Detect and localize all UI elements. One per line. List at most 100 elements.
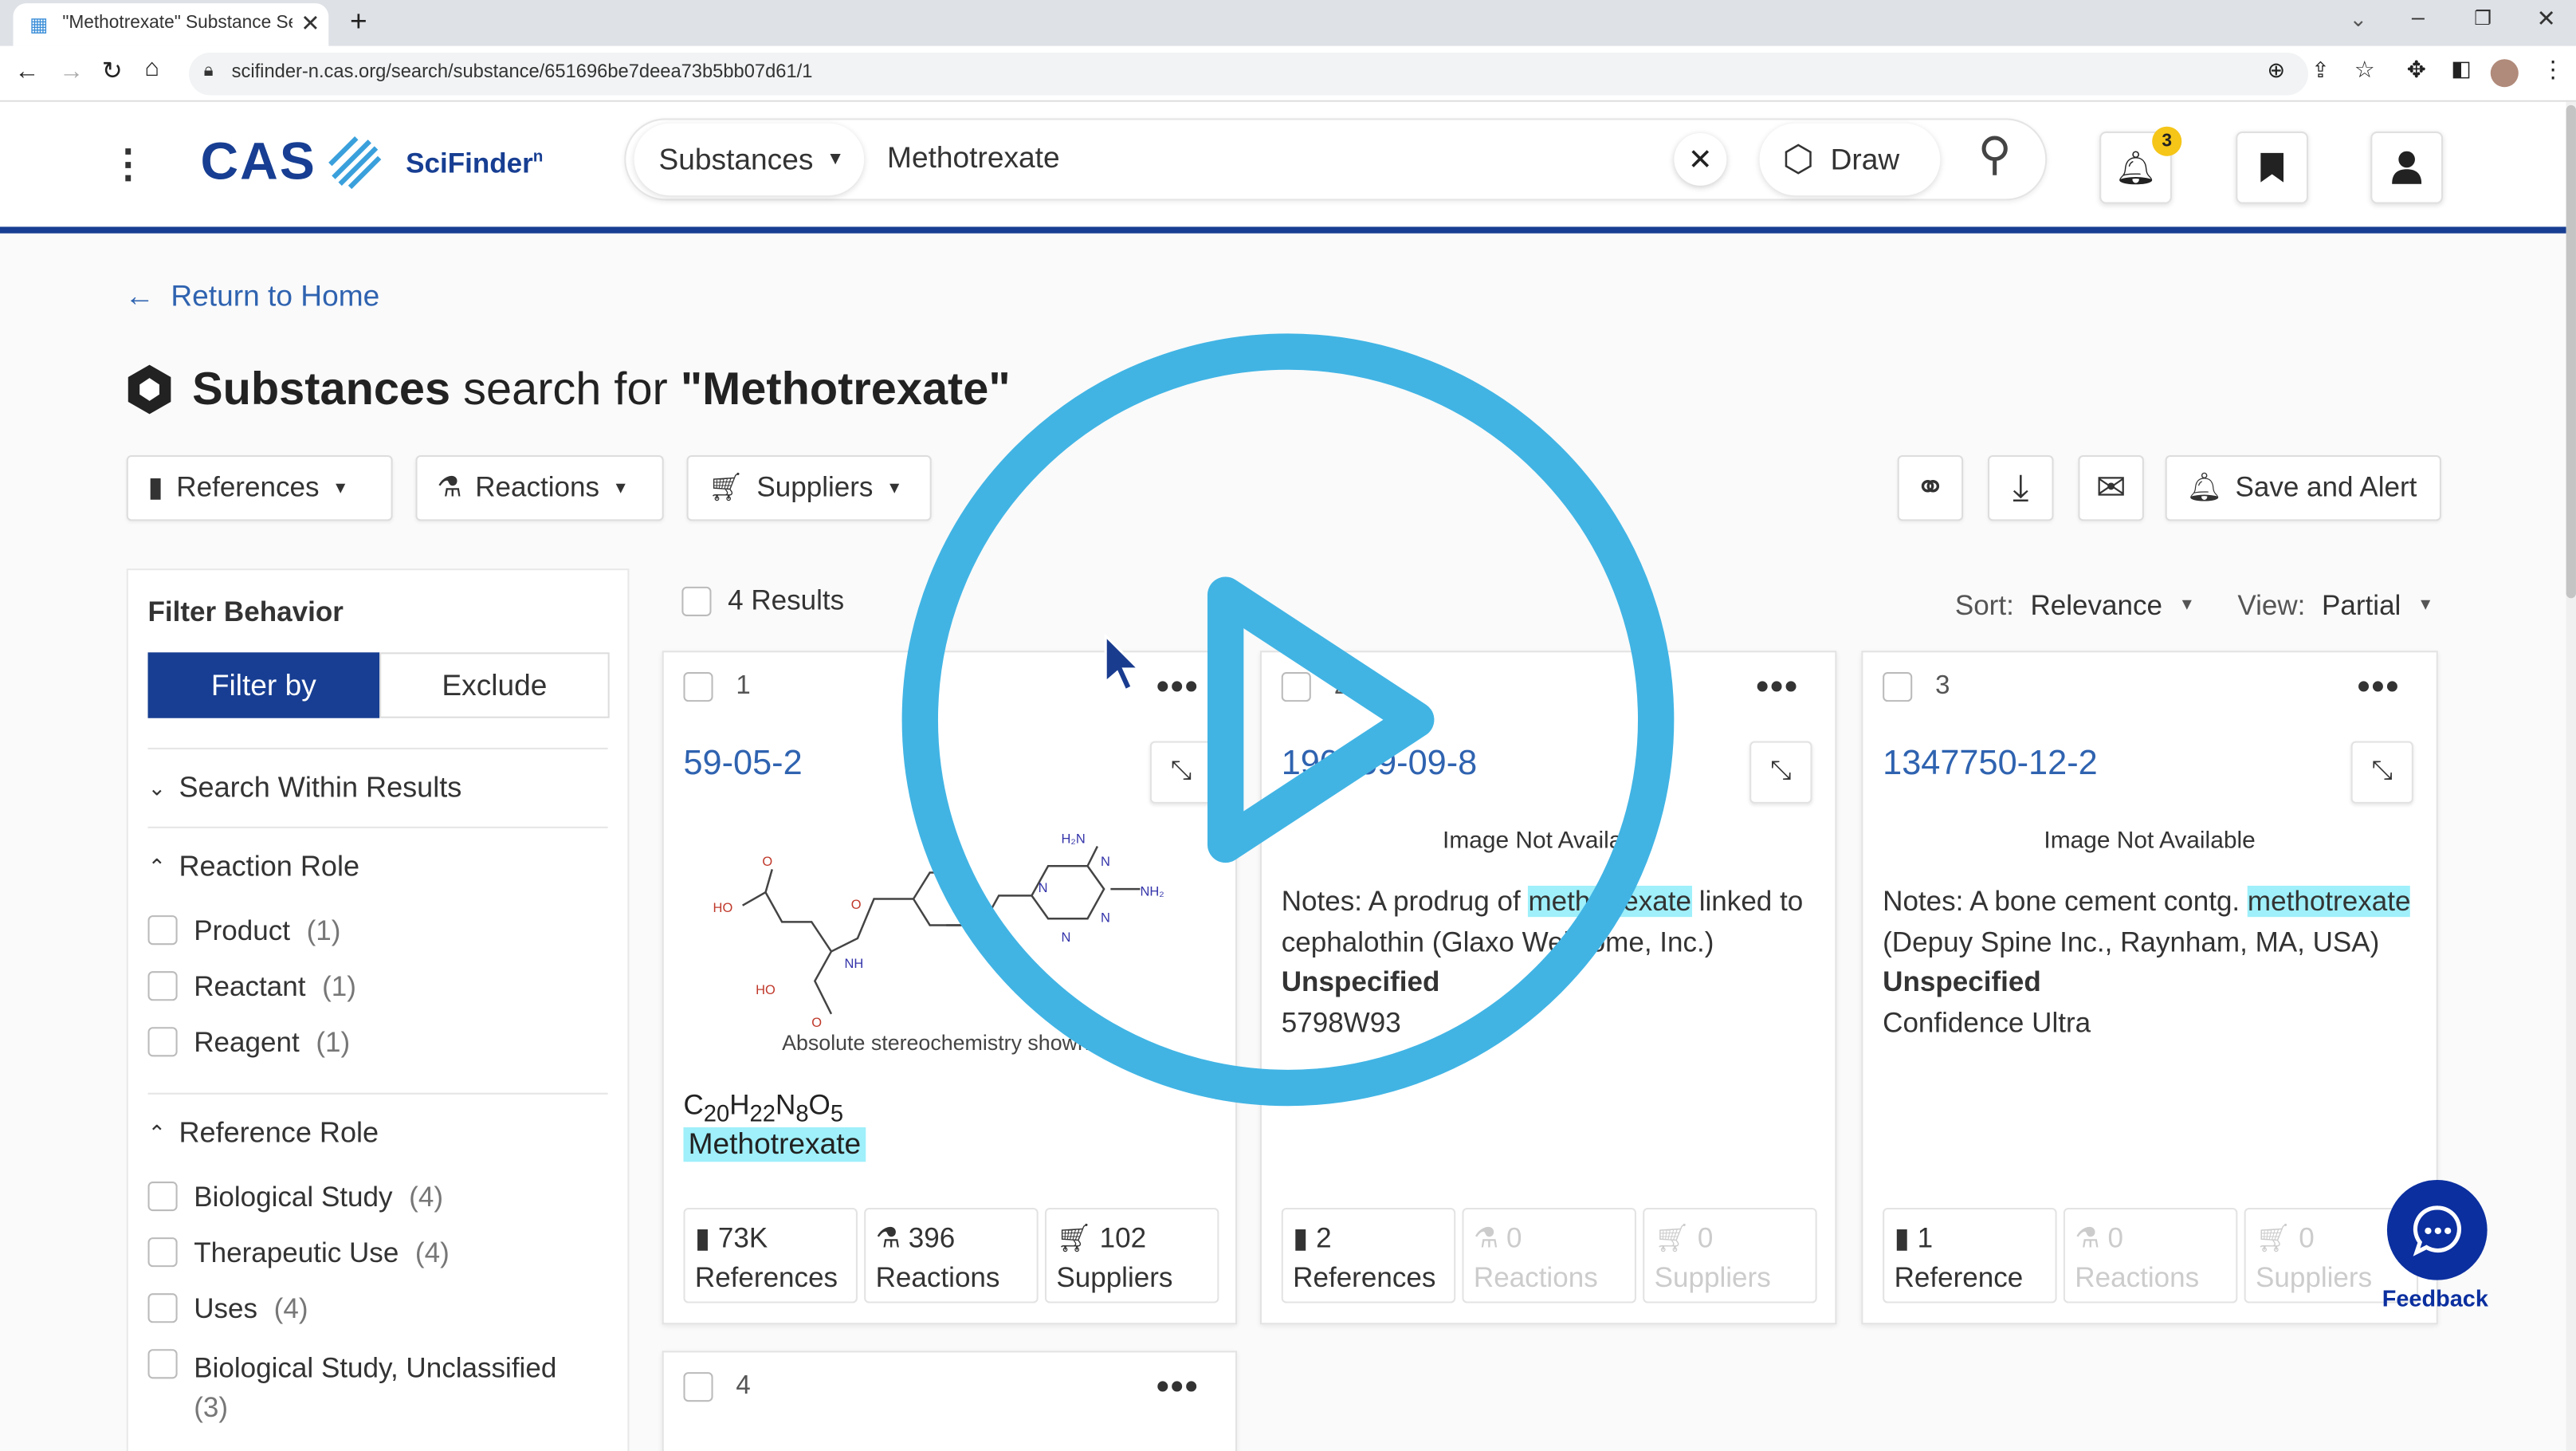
- search-input[interactable]: Methotrexate: [887, 141, 1060, 175]
- expand-button[interactable]: ⤡: [2350, 741, 2413, 804]
- close-window-icon[interactable]: ✕: [2536, 5, 2555, 33]
- cas-logo-icon: [328, 135, 381, 189]
- save-alert-button[interactable]: 🔔︎ Save and Alert: [2165, 454, 2441, 521]
- filter-by-toggle[interactable]: Filter by: [147, 652, 380, 718]
- tab-list-icon[interactable]: ⌄: [2350, 6, 2367, 33]
- filter-reagent[interactable]: Reagent (1): [147, 1027, 350, 1060]
- references-dropdown[interactable]: ▮ References ▼: [126, 454, 393, 521]
- cas-number-link[interactable]: 1347750-12-2: [1883, 745, 2098, 784]
- more-options-icon[interactable]: •••: [1756, 666, 1799, 709]
- filter-reactant[interactable]: Reactant (1): [147, 971, 356, 1004]
- references-stat[interactable]: ▮ 73K References: [683, 1207, 858, 1304]
- card-checkbox[interactable]: [683, 672, 713, 702]
- search-icon[interactable]: ⚲: [1978, 127, 2012, 181]
- select-all-results[interactable]: 4 Results: [681, 585, 844, 618]
- search-within-section[interactable]: ⌄ Search Within Results: [148, 771, 462, 805]
- filter-panel: Filter Behavior Filter by Exclude ⌄ Searc…: [126, 568, 630, 1451]
- filter-biological-study-unclassified[interactable]: Biological Study, Unclassified (3): [147, 1349, 592, 1428]
- extensions-icon[interactable]: ✥: [2407, 56, 2426, 84]
- page-scrollbar[interactable]: [2566, 101, 2576, 1451]
- return-home-link[interactable]: ← Return to Home: [125, 279, 380, 313]
- substance-notes: Notes: A bone cement contg. methotrexate…: [1883, 885, 2411, 1038]
- browser-menu-icon[interactable]: ⋮: [2542, 56, 2565, 84]
- more-options-icon[interactable]: •••: [2358, 666, 2401, 709]
- clear-search-button[interactable]: ✕: [1674, 133, 1726, 186]
- product-name: SciFindern: [406, 147, 544, 179]
- sort-control[interactable]: Sort: Relevance ▼: [1955, 590, 2195, 623]
- address-bar-row: ← → ↻ ⌂ 🔒︎ scifinder-n.cas.org/search/su…: [0, 45, 2576, 102]
- share-icon[interactable]: ⇪: [2311, 57, 2329, 84]
- side-panel-icon[interactable]: ◧: [2451, 56, 2471, 82]
- email-button[interactable]: ✉: [2078, 454, 2144, 521]
- filter-behavior-title: Filter Behavior: [147, 596, 344, 628]
- card-checkbox[interactable]: [683, 1372, 713, 1402]
- url-field[interactable]: 🔒︎ scifinder-n.cas.org/search/substance/…: [189, 52, 2308, 96]
- more-options-icon[interactable]: •••: [1156, 1366, 1200, 1409]
- filter-biological-study[interactable]: Biological Study (4): [147, 1182, 443, 1214]
- cas-logo[interactable]: CAS: [200, 132, 382, 192]
- combine-button[interactable]: ⚭: [1897, 454, 1964, 521]
- caret-down-icon: ▼: [2178, 596, 2196, 615]
- app-menu-icon[interactable]: ⋮: [108, 141, 147, 189]
- reaction-role-section[interactable]: ⌃ Reaction Role: [148, 850, 360, 884]
- image-not-available: Image Not Available: [2044, 828, 2256, 855]
- reference-role-section[interactable]: ⌃ Reference Role: [148, 1116, 379, 1150]
- caret-down-icon: ▼: [332, 478, 349, 497]
- expand-button[interactable]: ⤡: [1149, 741, 1213, 804]
- cas-number-link[interactable]: 59-05-2: [683, 745, 802, 784]
- close-tab-icon[interactable]: ✕: [300, 10, 320, 37]
- account-button[interactable]: [2370, 131, 2444, 204]
- chevron-up-icon: ⌃: [147, 1119, 166, 1145]
- expand-button[interactable]: ⤡: [1749, 741, 1812, 804]
- exclude-toggle[interactable]: Exclude: [379, 652, 610, 718]
- cas-favicon-icon: ▦: [29, 13, 49, 37]
- home-icon[interactable]: ⌂: [144, 54, 159, 82]
- cas-number-link[interactable]: 190159-09-8: [1282, 745, 1478, 784]
- profile-avatar[interactable]: [2490, 59, 2519, 88]
- suppliers-dropdown[interactable]: 🛒︎ Suppliers ▼: [686, 454, 932, 521]
- filter-uses[interactable]: Uses (4): [147, 1293, 308, 1326]
- forward-icon[interactable]: →: [59, 57, 84, 85]
- references-stat[interactable]: ▮ 2 References: [1281, 1207, 1456, 1304]
- feedback-button[interactable]: [2386, 1179, 2488, 1280]
- reactions-dropdown[interactable]: ⚗ Reactions ▼: [415, 454, 664, 521]
- download-button[interactable]: ⤓: [1988, 454, 2054, 521]
- minimize-icon[interactable]: –: [2412, 3, 2425, 29]
- browser-tab[interactable]: ▦ "Methotrexate" Substance Search ✕: [13, 3, 329, 46]
- draw-button[interactable]: ⬡ Draw: [1760, 124, 1941, 196]
- more-options-icon[interactable]: •••: [1156, 666, 1200, 709]
- filter-product[interactable]: Product (1): [147, 915, 340, 948]
- new-tab-icon[interactable]: +: [350, 5, 367, 39]
- chevron-up-icon: ⌃: [147, 853, 166, 879]
- reload-icon[interactable]: ↻: [102, 56, 123, 85]
- back-icon[interactable]: ←: [15, 57, 40, 85]
- structure-image[interactable]: HO O O HO O NH H₂N NH₂ N N N N: [709, 824, 1202, 1037]
- filter-therapeutic-use[interactable]: Therapeutic Use (4): [147, 1237, 450, 1270]
- cart-icon: 🛒︎: [708, 471, 744, 503]
- card-checkbox[interactable]: [1883, 672, 1913, 702]
- result-card: 1 ••• 59-05-2 ⤡ HO O O HO O NH H₂N NH₂ N N N N Abso…: [662, 651, 1238, 1325]
- result-card: 2 ••• 190159-09-8 ⤡ Image Not Available …: [1259, 651, 1837, 1325]
- molecular-formula: C20H22N8O5: [683, 1089, 844, 1128]
- result-card: 4 •••: [662, 1351, 1238, 1451]
- svg-text:N: N: [1101, 910, 1110, 925]
- saved-button[interactable]: [2236, 131, 2308, 204]
- feedback-label[interactable]: Feedback: [2382, 1285, 2488, 1311]
- svg-text:HO: HO: [713, 901, 733, 915]
- suppliers-stat: 🛒︎ 0 Suppliers: [1643, 1207, 1817, 1304]
- references-stat[interactable]: ▮ 1 Reference: [1883, 1207, 2057, 1304]
- restore-icon[interactable]: ❐: [2474, 6, 2492, 29]
- notifications-button[interactable]: 🔔︎ 3: [2099, 126, 2182, 204]
- reactions-stat[interactable]: ⚗ 396 Reactions: [864, 1207, 1039, 1304]
- search-type-dropdown[interactable]: Substances ▼: [634, 124, 865, 196]
- svg-text:O: O: [811, 1016, 822, 1030]
- substance-hexagon-icon: [128, 364, 171, 415]
- tab-title: "Methotrexate" Substance Search: [62, 13, 293, 33]
- zoom-icon[interactable]: ⊕: [2267, 57, 2284, 84]
- result-card: 3 ••• 1347750-12-2 ⤡ Image Not Available…: [1861, 651, 2438, 1325]
- suppliers-stat[interactable]: 🛒︎ 102 Suppliers: [1044, 1207, 1219, 1304]
- card-checkbox[interactable]: [1281, 672, 1311, 702]
- bookmark-star-icon[interactable]: ☆: [2354, 56, 2375, 84]
- view-control[interactable]: View: Partial ▼: [2237, 590, 2433, 623]
- flask-icon: ⚗: [437, 471, 462, 503]
